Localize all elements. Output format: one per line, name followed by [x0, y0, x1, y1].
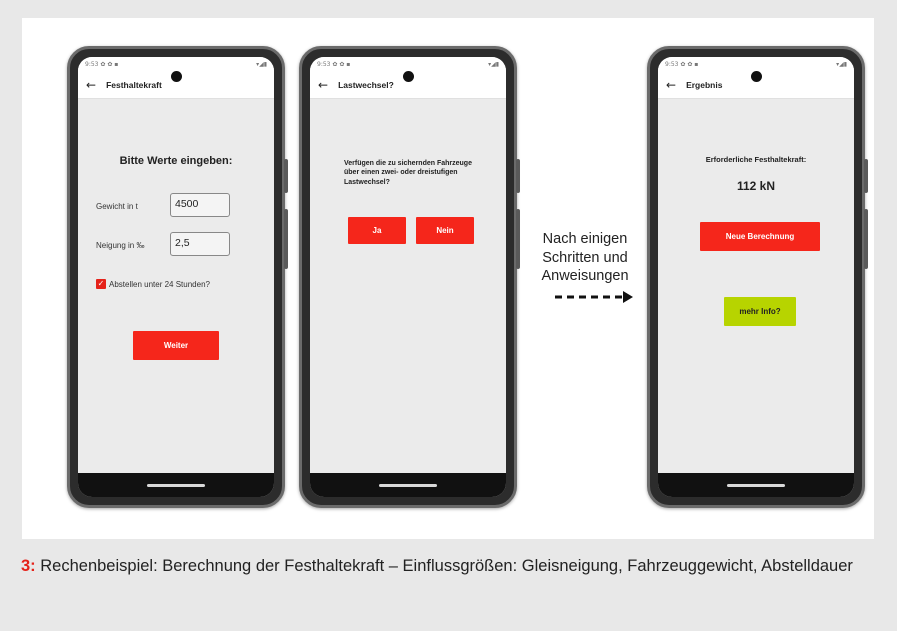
phone-screen: 9:53 ✿ ✿ ▪ ▾◢▮ ← Festhaltekraft Bitte We…	[78, 57, 274, 497]
phone-side-button	[864, 159, 868, 193]
phone-festhaltekraft: 9:53 ✿ ✿ ▪ ▾◢▮ ← Festhaltekraft Bitte We…	[67, 46, 288, 508]
more-info-button[interactable]: mehr Info?	[724, 297, 796, 326]
checkbox-row[interactable]: ✓ Abstellen unter 24 Stunden?	[96, 279, 210, 289]
home-indicator[interactable]	[727, 483, 785, 487]
screen-title: Festhaltekraft	[106, 79, 162, 90]
transition-line: Schritten und	[542, 249, 628, 266]
weight-label: Gewicht in t	[96, 202, 138, 211]
phone-ergebnis: 9:53 ✿ ✿ ▪ ▾◢▮ ← Ergebnis Erforderliche …	[647, 46, 868, 508]
arrow-left-icon[interactable]: ←	[86, 79, 96, 91]
figure-caption: 3: Rechenbeispiel: Berechnung der Festha…	[21, 556, 881, 577]
phone-side-button	[516, 159, 520, 193]
next-button[interactable]: Weiter	[133, 331, 219, 360]
status-time: 9:53 ✿ ✿ ▪	[317, 60, 351, 68]
phone-side-button	[284, 159, 288, 193]
phone-lastwechsel: 9:53 ✿ ✿ ▪ ▾◢▮ ← Lastwechsel? Verfügen d…	[299, 46, 520, 508]
screen-content: Bitte Werte eingeben: Gewicht in t 4500 …	[78, 99, 274, 473]
result-value: 112 kN	[736, 179, 776, 193]
result-label: Erforderliche Festhaltekraft:	[705, 155, 807, 164]
arrow-left-icon[interactable]: ←	[666, 79, 676, 91]
transition-line: Anweisungen	[541, 268, 629, 285]
checkbox-label: Abstellen unter 24 Stunden?	[109, 279, 210, 289]
no-button[interactable]: Nein	[416, 217, 474, 244]
camera-cutout	[171, 71, 182, 82]
caption-number: 3:	[21, 557, 36, 575]
new-calculation-button[interactable]: Neue Berechnung	[700, 222, 820, 251]
screen-title: Lastwechsel?	[338, 79, 394, 90]
screen-title: Ergebnis	[686, 79, 723, 90]
screen-content: Erforderliche Festhaltekraft: 112 kN Neu…	[658, 99, 854, 473]
status-bar: 9:53 ✿ ✿ ▪ ▾◢▮	[658, 57, 854, 71]
phone-screen: 9:53 ✿ ✿ ▪ ▾◢▮ ← Lastwechsel? Verfügen d…	[310, 57, 506, 497]
transition-text: Nach einigen Schritten und Anweisungen	[540, 230, 630, 286]
nav-bar	[78, 473, 274, 497]
status-icons: ▾◢▮	[836, 60, 847, 68]
arrow-left-icon[interactable]: ←	[318, 79, 328, 91]
camera-cutout	[751, 71, 762, 82]
yes-button[interactable]: Ja	[348, 217, 406, 244]
status-time: 9:53 ✿ ✿ ▪	[85, 60, 119, 68]
slope-label: Neigung in ‰	[96, 241, 145, 250]
phone-side-button	[516, 209, 520, 269]
checkbox-checked-icon[interactable]: ✓	[96, 279, 106, 289]
status-bar: 9:53 ✿ ✿ ▪ ▾◢▮	[310, 57, 506, 71]
phone-side-button	[284, 209, 288, 269]
status-time: 9:53 ✿ ✿ ▪	[665, 60, 699, 68]
camera-cutout	[403, 71, 414, 82]
nav-bar	[658, 473, 854, 497]
slope-input[interactable]: 2,5	[170, 232, 230, 256]
home-indicator[interactable]	[147, 483, 205, 487]
phone-side-button	[864, 209, 868, 269]
dashed-arrow-right-icon	[555, 291, 633, 303]
question-text: Verfügen die zu sichernden Fahrzeuge übe…	[344, 160, 472, 186]
phone-screen: 9:53 ✿ ✿ ▪ ▾◢▮ ← Ergebnis Erforderliche …	[658, 57, 854, 497]
weight-input[interactable]: 4500	[170, 193, 230, 217]
status-bar: 9:53 ✿ ✿ ▪ ▾◢▮	[78, 57, 274, 71]
figure-panel: 9:53 ✿ ✿ ▪ ▾◢▮ ← Festhaltekraft Bitte We…	[22, 18, 874, 539]
nav-bar	[310, 473, 506, 497]
transition-line: Nach einigen	[542, 231, 628, 247]
status-icons: ▾◢▮	[256, 60, 267, 68]
input-heading: Bitte Werte eingeben:	[119, 155, 233, 167]
screen-content: Verfügen die zu sichernden Fahrzeuge übe…	[310, 99, 506, 473]
home-indicator[interactable]	[379, 483, 437, 487]
status-icons: ▾◢▮	[488, 60, 499, 68]
caption-text: Rechenbeispiel: Berechnung der Festhalte…	[35, 557, 853, 575]
